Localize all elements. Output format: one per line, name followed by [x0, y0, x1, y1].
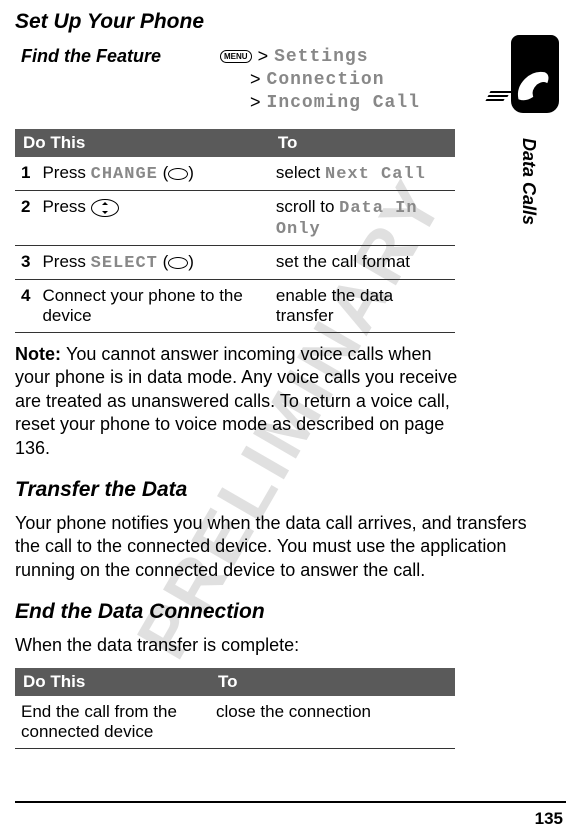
- menu-text: SELECT: [91, 254, 158, 273]
- transfer-paragraph: Your phone notifies you when the data ca…: [15, 512, 555, 582]
- table-row: End the call from the connected device c…: [15, 696, 455, 749]
- step-do: Connect your phone to the device: [36, 280, 269, 333]
- step-do: Press SELECT (): [36, 246, 269, 280]
- scroll-key-icon: [91, 199, 119, 217]
- find-feature-section: Find the Feature MENU > Settings > Conne…: [15, 46, 566, 115]
- step-to: scroll to Data In Only: [270, 191, 455, 246]
- path-separator: >: [250, 92, 261, 113]
- table-header-do: Do This: [15, 129, 270, 157]
- step-to: enable the data transfer: [270, 280, 455, 333]
- steps-table-2: Do This To End the call from the connect…: [15, 668, 455, 749]
- text: (: [158, 252, 168, 271]
- menu-path-connection: Connection: [267, 70, 385, 90]
- note-paragraph: Note: You cannot answer incoming voice c…: [15, 343, 465, 460]
- menu-text: Next Call: [325, 165, 426, 184]
- step-number: 2: [15, 191, 36, 246]
- step-do: Press: [36, 191, 269, 246]
- table-header-to: To: [210, 668, 455, 696]
- text: select: [276, 163, 325, 182]
- menu-path-settings: Settings: [274, 47, 368, 67]
- heading-setup-phone: Set Up Your Phone: [15, 10, 566, 34]
- heading-end-connection: End the Data Connection: [15, 600, 566, 624]
- find-feature-label: Find the Feature: [15, 46, 220, 67]
- table-header-to: To: [270, 129, 455, 157]
- end-paragraph: When the data transfer is complete:: [15, 634, 465, 657]
- step-to: close the connection: [210, 696, 455, 749]
- table-header-do: Do This: [15, 668, 210, 696]
- table-row: 1 Press CHANGE () select Next Call: [15, 157, 455, 191]
- text: scroll to: [276, 197, 339, 216]
- note-text: You cannot answer incoming voice calls w…: [15, 344, 457, 458]
- text: Press: [42, 163, 90, 182]
- note-label: Note:: [15, 344, 66, 364]
- step-do: Press CHANGE (): [36, 157, 269, 191]
- step-number: 4: [15, 280, 36, 333]
- soft-key-icon: [168, 168, 188, 180]
- text: (: [158, 163, 168, 182]
- table-header-row: Do This To: [15, 668, 455, 696]
- menu-path-incoming-call: Incoming Call: [267, 93, 420, 113]
- text: Press: [42, 197, 90, 216]
- step-to: select Next Call: [270, 157, 455, 191]
- menu-icon: MENU: [220, 50, 252, 63]
- table-row: 3 Press SELECT () set the call format: [15, 246, 455, 280]
- table-row: 4 Connect your phone to the device enabl…: [15, 280, 455, 333]
- steps-table-1: Do This To 1 Press CHANGE () select Next…: [15, 129, 455, 333]
- step-number: 3: [15, 246, 36, 280]
- path-separator: >: [250, 69, 261, 90]
- table-row: 2 Press scroll to Data In Only: [15, 191, 455, 246]
- step-to: set the call format: [270, 246, 455, 280]
- table-header-row: Do This To: [15, 129, 455, 157]
- text: ): [188, 163, 194, 182]
- text: Press: [42, 252, 90, 271]
- menu-path-list: MENU > Settings > Connection > Incoming …: [220, 46, 420, 115]
- soft-key-icon: [168, 257, 188, 269]
- bottom-rule: [15, 801, 566, 803]
- step-do: End the call from the connected device: [15, 696, 210, 749]
- heading-transfer-data: Transfer the Data: [15, 478, 566, 502]
- text: ): [188, 252, 194, 271]
- path-separator: >: [258, 46, 269, 67]
- page-number: 135: [535, 809, 563, 829]
- step-number: 1: [15, 157, 36, 191]
- menu-text: CHANGE: [91, 165, 158, 184]
